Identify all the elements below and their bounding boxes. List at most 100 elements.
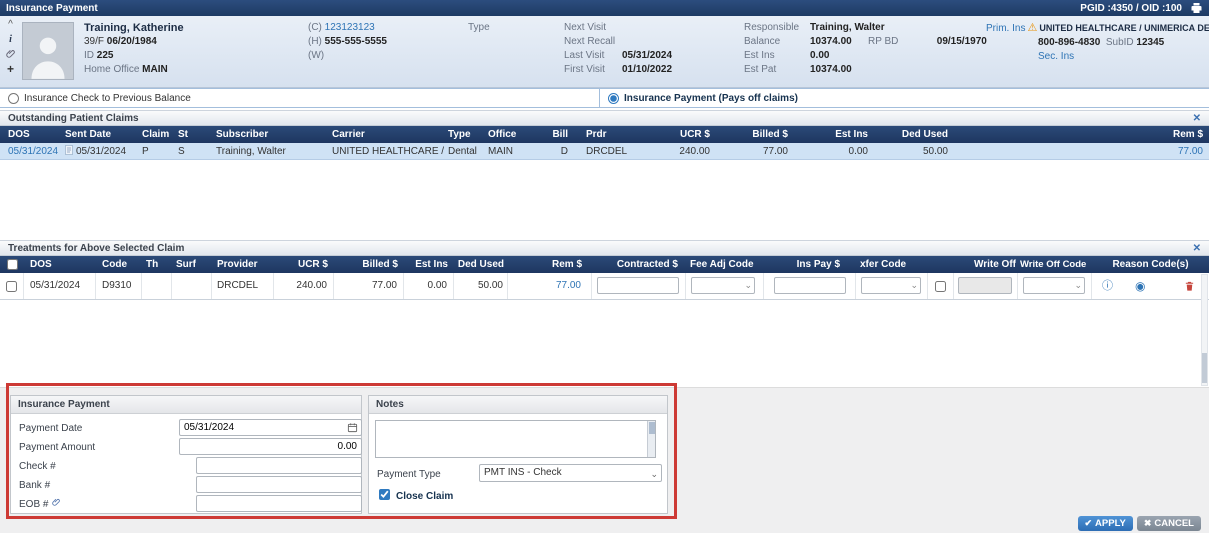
treatment-select-checkbox[interactable] xyxy=(6,280,17,292)
treat-col-rem: Rem $ xyxy=(551,259,582,270)
treatment-th xyxy=(142,273,172,299)
calendar-icon[interactable] xyxy=(347,422,358,433)
treatments-empty-area xyxy=(0,300,1209,387)
insurance-payment-radio[interactable] xyxy=(608,92,619,104)
xfer-code-dropdown[interactable]: ⌄ xyxy=(861,277,921,294)
cancel-button-label: CANCEL xyxy=(1154,518,1194,529)
treatments-section-title: Treatments for Above Selected Claim xyxy=(8,242,185,254)
claims-close-icon[interactable]: ✕ xyxy=(1193,113,1201,124)
patient-toolbar: ^ i + xyxy=(3,18,18,76)
insurance-payment-window: Insurance Payment PGID :4350 / OID :100 … xyxy=(0,0,1209,533)
ins-pay-input[interactable] xyxy=(774,277,846,294)
contracted-input[interactable] xyxy=(597,277,679,294)
claims-col-st: St xyxy=(178,129,188,140)
eob-number-input[interactable] xyxy=(196,495,362,512)
add-icon[interactable]: + xyxy=(7,63,14,76)
est-ins-label: Est Ins xyxy=(744,50,775,61)
home-phone-value: 555-555-5555 xyxy=(324,36,387,47)
treatments-close-icon[interactable]: ✕ xyxy=(1193,243,1201,254)
check-icon: ✔ xyxy=(1084,518,1093,528)
payment-amount-input[interactable] xyxy=(179,438,362,455)
treatment-provider: DRCDEL xyxy=(212,273,274,299)
claim-est-ins: 0.00 xyxy=(848,146,868,157)
rp-bd-value: 09/15/1970 xyxy=(936,36,987,47)
payment-date-label: Payment Date xyxy=(19,423,83,434)
claim-carrier: UNITED HEALTHCARE / U... xyxy=(332,146,446,157)
cell-phone-link[interactable]: 123123123 xyxy=(325,22,375,33)
insurance-payment-label[interactable]: Insurance Payment (Pays off claims) xyxy=(624,93,798,104)
payment-type-select[interactable]: PMT INS - Check ⌄ xyxy=(479,464,662,482)
collapse-icon[interactable]: ^ xyxy=(8,18,13,31)
claims-table-header: DOS Sent Date Claim St Subscriber Carrie… xyxy=(0,126,1209,143)
treatment-flag-cell xyxy=(928,273,954,299)
treat-col-billed: Billed $ xyxy=(362,259,398,270)
treatment-surf xyxy=(172,273,212,299)
claim-billed: 77.00 xyxy=(762,146,788,157)
work-phone-label: (W) xyxy=(308,50,325,61)
notes-scrollbar[interactable] xyxy=(647,421,655,457)
treatments-section-header: Treatments for Above Selected Claim ✕ xyxy=(0,240,1209,256)
claims-col-dos: DOS xyxy=(8,129,30,140)
footer-bar: ✔ APPLY ✖ CANCEL xyxy=(0,514,1209,533)
last-visit-label: Last Visit xyxy=(564,50,605,61)
mode-check-prev-cell[interactable]: Insurance Check to Previous Balance xyxy=(0,89,600,107)
payment-date-input[interactable] xyxy=(179,419,362,436)
close-claim-label[interactable]: Close Claim xyxy=(396,488,453,505)
rp-bd-label: RP BD xyxy=(868,36,899,47)
patient-visits: Next Visit Next Recall Last Visit 05/31/2… xyxy=(564,21,672,77)
treat-col-th: Th xyxy=(146,259,159,270)
notes-textarea[interactable] xyxy=(375,420,656,458)
claims-col-carrier: Carrier xyxy=(332,129,365,140)
claim-document-icon xyxy=(65,144,73,159)
claims-col-claim: Claim xyxy=(142,129,170,140)
next-visit-label: Next Visit xyxy=(564,22,607,33)
chevron-down-icon: ⌄ xyxy=(744,280,752,290)
claims-col-type: Type xyxy=(448,129,471,140)
patient-info-icon[interactable]: i xyxy=(9,33,12,46)
claims-col-billed: Billed $ xyxy=(752,129,788,140)
treatment-rem: 77.00 xyxy=(508,273,592,299)
claim-dos-link[interactable]: 05/31/2024 xyxy=(0,143,58,159)
fee-adj-code-dropdown[interactable]: ⌄ xyxy=(691,277,755,294)
reason-code-icon[interactable]: ◉ xyxy=(1135,273,1145,299)
treat-col-dos: DOS xyxy=(30,259,52,270)
apply-button[interactable]: ✔ APPLY xyxy=(1077,516,1133,531)
est-pat-label: Est Pat xyxy=(744,64,777,75)
claims-col-ded-used: Ded Used xyxy=(901,129,948,140)
notes-panel-header: Notes xyxy=(369,396,667,414)
treatment-contracted-cell xyxy=(592,273,686,299)
treat-col-est-ins: Est Ins xyxy=(415,259,448,270)
notes-scrollbar-thumb[interactable] xyxy=(649,422,655,434)
treatment-fee-adj-cell: ⌄ xyxy=(686,273,764,299)
write-off-code-dropdown[interactable]: ⌄ xyxy=(1023,277,1085,294)
check-prev-label[interactable]: Insurance Check to Previous Balance xyxy=(24,93,191,104)
print-icon[interactable] xyxy=(1190,2,1203,14)
check-number-input[interactable] xyxy=(196,457,362,474)
check-prev-radio[interactable] xyxy=(8,92,19,104)
patient-avatar xyxy=(22,22,74,80)
eob-attachment-icon[interactable] xyxy=(52,496,61,513)
cancel-button[interactable]: ✖ CANCEL xyxy=(1136,516,1201,531)
claim-ded-used: 50.00 xyxy=(922,146,948,157)
prim-carrier: UNITED HEALTHCARE / UNIMERICA DENT. xyxy=(1039,23,1209,33)
mode-insurance-payment-cell[interactable]: Insurance Payment (Pays off claims) xyxy=(600,89,1209,107)
attachment-icon[interactable] xyxy=(6,48,15,61)
claim-table-row[interactable]: 05/31/2024 05/31/2024 P S Training, Walt… xyxy=(0,143,1209,160)
window-title: Insurance Payment xyxy=(6,2,98,14)
delete-icon[interactable] xyxy=(1184,280,1195,292)
notes-panel-title: Notes xyxy=(376,399,404,410)
treat-col-blank xyxy=(928,256,954,273)
close-icon: ✖ xyxy=(1143,518,1152,528)
close-claim-checkbox[interactable] xyxy=(379,489,390,500)
bank-number-input[interactable] xyxy=(196,476,362,493)
treat-col-write-off: Write Off xyxy=(973,259,1016,270)
treatments-select-all-checkbox[interactable] xyxy=(6,259,18,270)
reason-info-icon[interactable]: ⓘ xyxy=(1102,273,1113,299)
subid-value: 12345 xyxy=(1136,37,1165,48)
patient-phones: (C) 123123123 (H) 555-555-5555 (W) xyxy=(308,21,387,63)
vertical-scrollbar[interactable] xyxy=(1201,274,1208,386)
claims-col-ucr: UCR $ xyxy=(679,129,710,140)
treatment-flag-checkbox[interactable] xyxy=(935,280,946,292)
home-office-value: MAIN xyxy=(142,64,168,75)
scrollbar-thumb[interactable] xyxy=(1202,353,1207,383)
